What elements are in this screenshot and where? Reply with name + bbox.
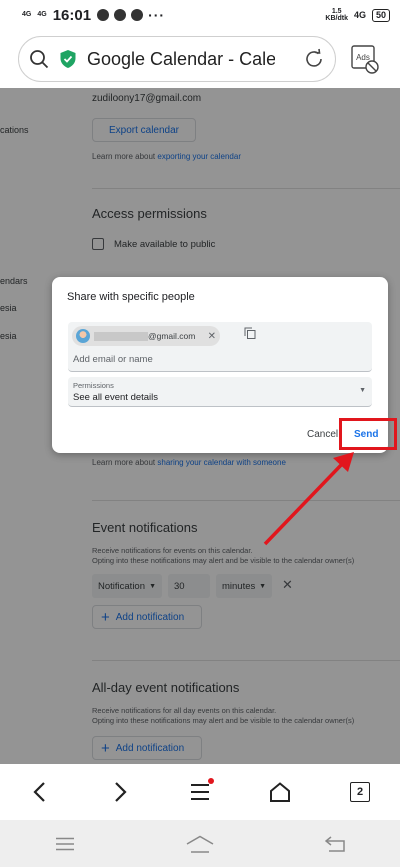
battery-icon: 50	[371, 8, 390, 22]
chevron-right-icon	[115, 782, 127, 802]
ad-block-icon[interactable]: Ads	[350, 44, 380, 74]
alarm-icon	[131, 9, 144, 21]
avatar	[76, 329, 90, 343]
cancel-button[interactable]: Cancel	[307, 429, 338, 440]
recents-icon[interactable]	[55, 837, 75, 851]
share-recipient-field[interactable]: @gmail.com ✕ Add email or name	[68, 322, 372, 372]
more-notifications-icon: ···	[148, 7, 166, 23]
network-speed: 1.5 KB/dtk	[325, 8, 348, 22]
forward-button[interactable]	[100, 772, 140, 812]
address-bar[interactable]: Google Calendar - Calen…	[18, 36, 336, 82]
browser-bottom-nav: 2	[0, 764, 400, 820]
page-title[interactable]: Google Calendar - Calen…	[87, 49, 275, 70]
chevron-left-icon	[33, 782, 45, 802]
status-bar: 4G 4G 16:01 ··· 1.5 KB/dtk 4G 50	[0, 0, 400, 30]
speed-value: 1.5	[331, 8, 342, 15]
back-button[interactable]	[20, 772, 60, 812]
ads-label: Ads	[356, 53, 370, 62]
system-nav-bar	[0, 820, 400, 867]
home-button[interactable]	[260, 772, 300, 812]
signal-indicator-1: 4G	[22, 11, 32, 18]
recipient-chip[interactable]: @gmail.com ✕	[72, 326, 220, 346]
tabs-button[interactable]: 2	[340, 772, 380, 812]
redacted-email-local-part	[94, 331, 148, 341]
share-dialog: Share with specific people @gmail.com ✕ …	[52, 277, 388, 453]
permissions-select[interactable]: Permissions See all event details ▼	[68, 377, 372, 407]
home-icon	[270, 782, 290, 802]
telegram-icon	[114, 9, 127, 21]
speed-unit: KB/dtk	[325, 15, 348, 22]
remove-recipient-icon[interactable]: ✕	[208, 331, 216, 342]
recipient-email-domain: @gmail.com	[148, 331, 196, 341]
clock: 16:01	[52, 6, 92, 24]
copy-icon[interactable]	[244, 327, 256, 339]
search-icon[interactable]	[29, 49, 49, 69]
dialog-title: Share with specific people	[67, 291, 195, 303]
recipient-input-placeholder[interactable]: Add email or name	[73, 354, 153, 365]
secure-shield-icon	[60, 50, 76, 68]
permissions-value: See all event details	[73, 392, 159, 403]
notification-dot	[208, 778, 214, 784]
notification-icon	[97, 9, 110, 21]
signal-indicator-2: 4G	[37, 11, 47, 18]
menu-button[interactable]	[180, 772, 220, 812]
system-home-icon[interactable]	[186, 835, 214, 853]
menu-icon	[191, 784, 209, 800]
tab-count: 2	[350, 782, 370, 802]
system-back-icon[interactable]	[324, 835, 345, 852]
reload-icon[interactable]	[303, 48, 325, 70]
permissions-label: Permissions	[73, 381, 114, 390]
dropdown-caret-icon: ▼	[359, 387, 366, 394]
network-type: 4G	[353, 10, 366, 20]
send-highlight-box	[339, 418, 397, 450]
